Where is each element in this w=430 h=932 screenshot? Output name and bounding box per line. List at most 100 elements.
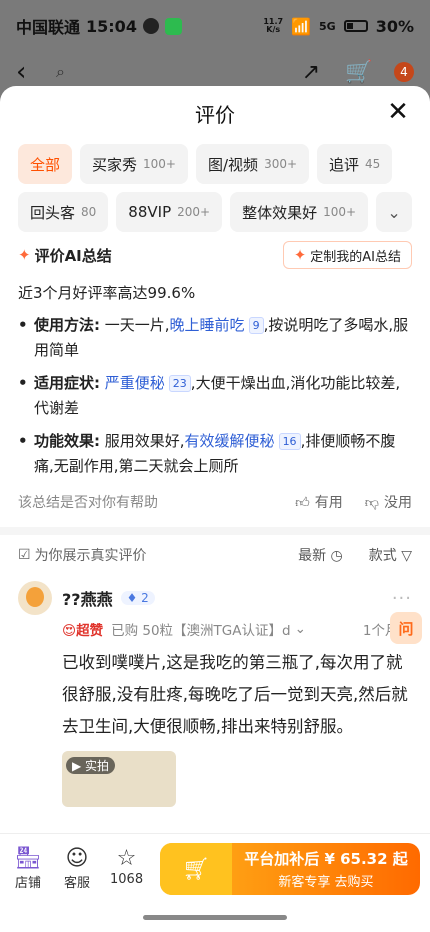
status-bar: 中国联通 15:04 11.7 K/s 📶 5G 30% xyxy=(0,0,430,52)
bullet-highlight-link[interactable]: 晚上睡前吃 xyxy=(170,316,245,334)
chip-label: 买家秀 xyxy=(92,155,138,174)
filter-media[interactable]: 图/视频 300+ xyxy=(196,144,310,184)
cart-badge: 4 xyxy=(394,62,414,82)
add-to-cart-icon[interactable]: 🛒︎ xyxy=(160,843,232,895)
chip-count: 100+ xyxy=(323,205,357,219)
store-icon: 🏪︎ xyxy=(14,846,42,871)
sort-bar: ☑ 为你展示真实评价 最新 ◷ 款式 ▽ xyxy=(0,535,430,575)
share-icon[interactable]: ↗ xyxy=(298,59,324,85)
filter-icon: ▽ xyxy=(401,548,412,564)
filter-buyer-show[interactable]: 买家秀 100+ xyxy=(80,144,188,184)
filter-all[interactable]: 全部 xyxy=(18,144,73,184)
chip-count: 300+ xyxy=(264,157,298,171)
chip-label: 88VIP xyxy=(128,203,172,221)
member-level-badge: ♦ 2 xyxy=(120,591,155,605)
useless-button[interactable]: 👎︎ 没用 xyxy=(365,492,412,512)
chip-label: 图/视频 xyxy=(208,155,259,174)
bullet-highlight-link[interactable]: 严重便秘 xyxy=(105,374,165,392)
review-item: ??燕燕 ♦ 2 ··· 😍超赞 已购 50粒【澳洲TGA认证】d ⌄ 1个月前… xyxy=(0,581,430,807)
sort-latest-button[interactable]: 最新 ◷ xyxy=(298,545,343,565)
reviews-sheet: 评价 ✕ 全部 买家秀 100+ 图/视频 300+ 追评 45 回头客 80 xyxy=(0,86,430,846)
bullet-key: 使用方法: xyxy=(34,316,100,334)
favorite-count: 1068 xyxy=(110,872,144,887)
chip-label: 追评 xyxy=(329,155,360,174)
chip-label: 回头客 xyxy=(30,203,76,222)
button-label: 定制我的AI总结 xyxy=(310,249,401,265)
wifi-icon: 📶 xyxy=(291,16,312,36)
service-label: 客服 xyxy=(64,876,91,891)
ai-summary-bullets: 使用方法: 一天一片,晚上睡前吃9,按说明吃了多喝水,服用简单 适用症状: 严重… xyxy=(0,313,430,479)
cart-icon[interactable]: 🛒 xyxy=(345,59,372,85)
ai-summary-header: ✦ 评价AI总结 ✦ 定制我的AI总结 xyxy=(0,240,430,270)
custom-ai-summary-button[interactable]: ✦ 定制我的AI总结 xyxy=(282,241,412,269)
customer-service-button[interactable]: ☺ 客服 xyxy=(64,846,90,891)
chevron-down-icon[interactable]: ⌄ xyxy=(295,621,306,637)
chip-label: 整体效果好 xyxy=(242,203,318,222)
back-icon[interactable]: ‹ xyxy=(16,57,42,87)
useful-label: 有用 xyxy=(314,495,343,511)
sparkle-icon: ✦ xyxy=(18,246,31,264)
style-filter-button[interactable]: 款式 ▽ xyxy=(369,545,412,565)
bullet-pre: 服用效果好, xyxy=(100,432,185,450)
battery-icon xyxy=(343,20,368,32)
filter-88vip[interactable]: 88VIP 200+ xyxy=(116,192,223,232)
home-indicator xyxy=(143,915,287,920)
review-meta: 😍超赞 已购 50粒【澳洲TGA认证】d ⌄ 1个月前 xyxy=(62,619,412,639)
alarm-icon xyxy=(142,18,159,34)
ai-summary-title: 评价AI总结 xyxy=(34,246,112,265)
buy-button[interactable]: 🛒︎ 平台加补后 ¥ 65.32 起 新客专享 去购买 xyxy=(160,843,420,895)
chevron-down-icon[interactable]: ⌄ xyxy=(376,192,412,232)
verified-icon: ☑ xyxy=(18,547,31,563)
purchase-info[interactable]: 已购 50粒【澳洲TGA认证】d xyxy=(111,619,290,639)
chat-icon: ☺ xyxy=(65,846,89,871)
section-divider xyxy=(0,527,430,535)
close-icon[interactable]: ✕ xyxy=(384,98,412,126)
filter-repeat-buyer[interactable]: 回头客 80 xyxy=(18,192,109,232)
filter-chips: 全部 买家秀 100+ 图/视频 300+ 追评 45 回头客 80 88VIP xyxy=(0,140,430,232)
speed-unit: K/s xyxy=(266,25,281,34)
reviewer-name: ??燕燕 xyxy=(62,590,113,609)
sort-latest-label: 最新 xyxy=(298,548,327,564)
helpful-question: 该总结是否对你有帮助 xyxy=(18,495,158,511)
mention-count: 16 xyxy=(278,433,301,450)
chip-count: 80 xyxy=(81,205,97,219)
thumbs-up-icon: 👍︎ xyxy=(295,494,310,511)
bullet-key: 适用症状: xyxy=(34,374,100,392)
battery-level: 30% xyxy=(375,16,414,36)
style-filter-label: 款式 xyxy=(368,548,397,564)
review-photo[interactable]: ▶ 实拍 xyxy=(62,751,176,807)
favorite-button[interactable]: ☆ 1068 xyxy=(110,846,143,887)
avatar[interactable] xyxy=(18,581,52,615)
mention-count: 23 xyxy=(168,375,191,392)
summary-bullet: 适用症状: 严重便秘23,大便干燥出血,消化功能比较差,代谢差 xyxy=(18,371,412,421)
wechat-icon xyxy=(164,17,182,35)
chip-count: 200+ xyxy=(177,205,211,219)
bullet-highlight-link[interactable]: 有效缓解便秘 xyxy=(185,432,275,450)
chip-count: 100+ xyxy=(143,157,176,171)
chip-label: 全部 xyxy=(30,155,61,174)
buy-subline: 新客专享 去购买 xyxy=(278,875,374,890)
filter-followup[interactable]: 追评 45 xyxy=(317,144,393,184)
clock-icon: ◷ xyxy=(330,548,343,564)
bullet-pre: 一天一片, xyxy=(100,316,170,334)
store-button[interactable]: 🏪︎ 店铺 xyxy=(14,846,42,891)
sheet-title: 评价 xyxy=(195,102,235,127)
review-text: 已收到噗噗片,这是我吃的第三瓶了,每次用了就很舒服,没有肚疼,每晚吃了后一觉到天… xyxy=(62,653,408,736)
member-level: 2 xyxy=(141,591,149,605)
search-icon[interactable]: ⌕ xyxy=(56,60,96,84)
buy-price-line: 平台加补后 ¥ 65.32 起 xyxy=(244,850,408,868)
photo-tag-label: 实拍 xyxy=(85,759,110,773)
positive-rate-summary: 近3个月好评率高达99.6% xyxy=(18,284,196,302)
bullet-key: 功能效果: xyxy=(34,432,100,450)
chip-count: 45 xyxy=(365,157,381,171)
useful-button[interactable]: 👍︎ 有用 xyxy=(295,492,343,512)
helpful-feedback: 该总结是否对你有帮助 👍︎ 有用 👎︎ 没用 xyxy=(0,487,430,517)
ask-button[interactable]: 问 xyxy=(390,612,422,644)
summary-bullet: 使用方法: 一天一片,晚上睡前吃9,按说明吃了多喝水,服用简单 xyxy=(18,313,412,363)
real-reviews-notice: 为你展示真实评价 xyxy=(34,548,147,564)
filter-good-effect[interactable]: 整体效果好 100+ xyxy=(230,192,369,232)
more-options-icon[interactable]: ··· xyxy=(392,588,412,609)
superb-badge: 😍超赞 xyxy=(62,623,104,639)
store-label: 店铺 xyxy=(14,876,41,891)
sparkle-icon: ✦ xyxy=(293,246,307,264)
